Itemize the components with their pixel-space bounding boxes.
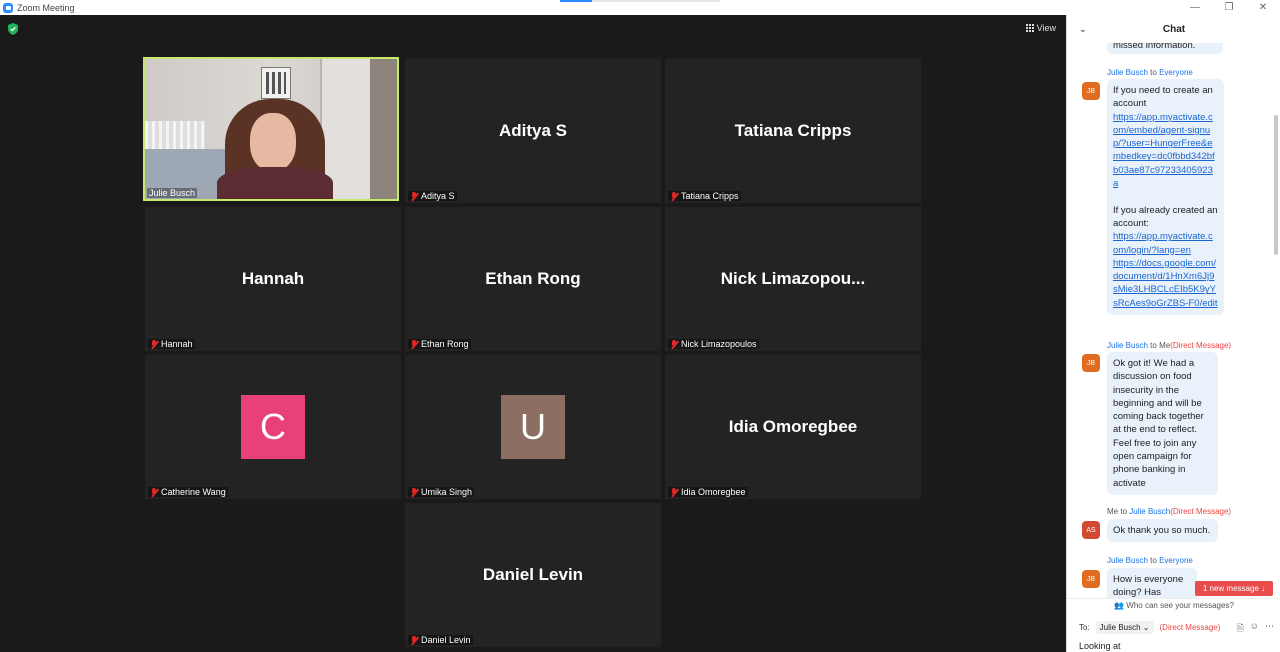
participant-label: Tatiana Cripps (668, 191, 741, 201)
message-sender: Me to Julie Busch(Direct Message) (1107, 507, 1232, 516)
zoom-app-icon (3, 2, 13, 13)
direct-message-label: (Direct Message) (1159, 623, 1221, 632)
chat-bubble: If you need to create an account https:/… (1107, 79, 1224, 316)
chat-bubble: Ok got it! We had a discussion on food i… (1107, 352, 1218, 495)
sender-avatar: JB (1082, 82, 1100, 100)
participant-avatar: U (501, 395, 565, 459)
view-label: View (1036, 23, 1056, 33)
participant-video (145, 59, 397, 199)
participant-tile[interactable]: Idia Omoregbee Idia Omoregbee (665, 355, 921, 499)
participant-label: Hannah (148, 339, 195, 349)
close-button[interactable]: ✕ (1246, 0, 1280, 15)
screen-share-indicator (560, 0, 720, 2)
gallery-grid-icon (1025, 24, 1034, 32)
participant-tile[interactable]: U Umika Singh (405, 355, 661, 499)
participant-name: Daniel Levin (482, 565, 584, 584)
message-sender: Julie Busch to Everyone (1107, 68, 1193, 77)
more-icon[interactable]: ⋯ (1265, 621, 1274, 637)
participant-name: Aditya S (498, 121, 568, 140)
participant-tile[interactable]: Ethan Rong Ethan Rong (405, 207, 661, 351)
participant-label: Nick Limazopoulos (668, 339, 759, 349)
participant-tile[interactable]: Hannah Hannah (145, 207, 401, 351)
emoji-icon[interactable]: ☺ (1250, 621, 1259, 637)
to-label: To: (1079, 623, 1090, 632)
participant-tile-julie[interactable]: Julie Busch (143, 57, 399, 201)
participant-tile[interactable]: Nick Limazopou... Nick Limazopoulos (665, 207, 921, 351)
people-icon: 👥 (1114, 601, 1125, 610)
sender-avatar: JB (1082, 570, 1100, 588)
encryption-shield-icon[interactable] (8, 23, 18, 35)
mic-muted-icon (410, 487, 418, 497)
window-title-bar: Zoom Meeting — ❐ ✕ (0, 0, 1280, 15)
message-sender: Julie Busch to Everyone (1107, 556, 1193, 565)
participant-label: Umika Singh (408, 487, 475, 497)
participant-label: Julie Busch (147, 188, 198, 198)
new-message-button[interactable]: 1 new message ↓ (1195, 581, 1273, 596)
participant-name: Idia Omoregbee (728, 417, 858, 436)
participant-name: Nick Limazopou... (720, 269, 866, 288)
participant-name: Ethan Rong (485, 269, 581, 288)
minimize-button[interactable]: — (1178, 0, 1212, 15)
participant-tile[interactable]: Daniel Levin Daniel Levin (405, 503, 661, 647)
view-button[interactable]: View (1025, 23, 1056, 33)
participant-label: Daniel Levin (408, 635, 473, 645)
chat-link[interactable]: https://app.myactivate.com/embed/agent-s… (1113, 111, 1218, 191)
window-title: Zoom Meeting (17, 2, 75, 13)
sender-avatar: JB (1082, 354, 1100, 372)
message-sender: Julie Busch to Me(Direct Message) (1107, 341, 1232, 350)
chat-messages[interactable]: missed information. Julie Busch to Every… (1067, 43, 1273, 598)
participant-label: Ethan Rong (408, 339, 471, 349)
restore-button[interactable]: ❐ (1212, 0, 1246, 15)
sender-avatar: AS (1082, 521, 1100, 539)
chat-input[interactable]: Looking at (1079, 641, 1121, 651)
mic-muted-icon (150, 339, 158, 349)
participant-tile[interactable]: Tatiana Cripps Tatiana Cripps (665, 59, 921, 203)
mic-muted-icon (410, 191, 418, 201)
chat-bubble: Ok thank you so much. (1107, 519, 1218, 543)
chat-bubble: How is everyone doing? Has anyone (1107, 568, 1197, 598)
wall-picture (261, 67, 291, 99)
mic-muted-icon (410, 339, 418, 349)
mic-muted-icon (670, 191, 678, 201)
file-icon[interactable]: 🗎 (1237, 621, 1244, 637)
video-gallery: View Julie Busch Aditya S Aditya S Tatia… (0, 15, 1066, 652)
participant-name: Tatiana Cripps (734, 121, 852, 140)
mic-muted-icon (670, 339, 678, 349)
participant-avatar: C (241, 395, 305, 459)
chat-link[interactable]: https://docs.google.com/document/d/1HnXm… (1113, 257, 1218, 310)
participant-label: Aditya S (408, 191, 457, 201)
mic-muted-icon (410, 635, 418, 645)
who-can-see-link[interactable]: 👥 Who can see your messages? (1067, 598, 1280, 612)
mic-muted-icon (150, 487, 158, 497)
mic-muted-icon (670, 487, 678, 497)
collapse-chevron-icon[interactable]: ⌄ (1079, 24, 1087, 35)
participant-label: Idia Omoregbee (668, 487, 748, 497)
chat-header: ⌄ Chat (1067, 15, 1280, 43)
participant-tile[interactable]: C Catherine Wang (145, 355, 401, 499)
recipient-dropdown[interactable]: Julie Busch ⌄ (1095, 621, 1154, 634)
participant-name: Hannah (241, 269, 305, 288)
recipient-row: To: Julie Busch ⌄ (Direct Message) (1079, 621, 1220, 634)
chat-link[interactable]: https://app.myactivate.com/login/?lang=e… (1113, 230, 1218, 257)
chat-bubble: missed information. (1107, 43, 1223, 55)
chat-scrollbar[interactable] (1274, 115, 1278, 255)
chat-panel: ⌄ Chat missed information. Julie Busch t… (1066, 15, 1280, 652)
participant-label: Catherine Wang (148, 487, 228, 497)
participant-tile[interactable]: Aditya S Aditya S (405, 59, 661, 203)
chat-title: Chat (1162, 23, 1186, 35)
